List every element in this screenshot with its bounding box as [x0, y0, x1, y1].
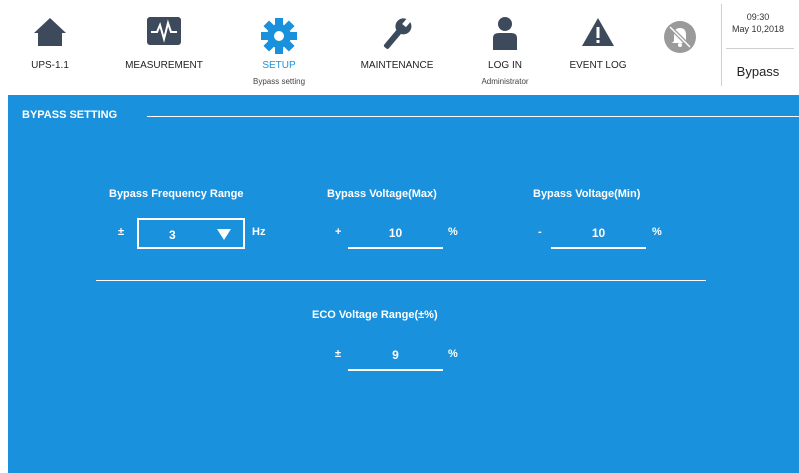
nav-ups-label: UPS-1.1 — [31, 60, 69, 71]
nav-eventlog[interactable]: EVENT LOG — [562, 0, 634, 92]
waveform-icon — [146, 16, 182, 51]
dropdown-arrow-icon — [217, 229, 231, 240]
eco-value: 9 — [392, 348, 399, 362]
warning-icon — [581, 16, 615, 53]
muted-alarm-icon — [663, 20, 697, 59]
section-title: BYPASS SETTING — [22, 109, 118, 121]
freq-range-label: Bypass Frequency Range — [109, 188, 244, 200]
clock-time: 09:30 — [746, 12, 770, 22]
bypass-vmin-label: Bypass Voltage(Min) — [533, 188, 641, 200]
nav-setup-sub: Bypass setting — [252, 77, 306, 86]
vmax-value: 10 — [388, 226, 403, 240]
vmax-sign: + — [335, 226, 342, 238]
vmax-underline — [348, 247, 443, 249]
clock-date: May 10,2018 — [731, 24, 785, 34]
gear-icon — [259, 16, 299, 61]
nav-login-label: LOG IN — [488, 60, 522, 71]
nav-setup[interactable]: SETUP Bypass setting — [236, 0, 322, 92]
nav-maintenance-label: MAINTENANCE — [360, 60, 434, 71]
wrench-icon — [377, 16, 417, 57]
eco-voltage-label: ECO Voltage Range(±%) — [312, 309, 438, 321]
bypass-vmax-label: Bypass Voltage(Max) — [327, 188, 437, 200]
vmin-unit: % — [652, 226, 662, 238]
bypass-setting-panel: BYPASS SETTING Bypass Frequency Range ± … — [8, 95, 799, 473]
section-divider — [96, 280, 706, 281]
vmin-sign: - — [538, 226, 542, 238]
vmin-underline — [551, 247, 646, 249]
mute-button[interactable] — [658, 0, 702, 92]
nav-measurement-label: MEASUREMENT — [125, 60, 203, 71]
top-navigation-bar: UPS-1.1 MEASUREMENT SETUP Bypass setting… — [0, 0, 799, 92]
nav-login[interactable]: LOG IN Administrator — [465, 0, 545, 92]
section-title-line — [147, 116, 799, 117]
nav-eventlog-label: EVENT LOG — [569, 60, 627, 71]
nav-login-sub: Administrator — [481, 77, 529, 86]
nav-ups[interactable]: UPS-1.1 — [22, 0, 78, 92]
freq-range-value: 3 — [169, 228, 176, 242]
eco-underline — [348, 369, 443, 371]
status-box: 09:30 May 10,2018 Bypass — [721, 4, 794, 86]
nav-setup-label: SETUP — [262, 60, 296, 71]
status-divider — [726, 48, 794, 49]
nav-maintenance[interactable]: MAINTENANCE — [345, 0, 449, 92]
freq-unit: Hz — [252, 226, 266, 238]
vmax-unit: % — [448, 226, 458, 238]
freq-range-select[interactable]: 3 — [137, 218, 245, 249]
home-icon — [32, 16, 68, 53]
eco-unit: % — [448, 348, 458, 360]
eco-sign: ± — [335, 348, 342, 360]
nav-measurement[interactable]: MEASUREMENT — [110, 0, 218, 92]
vmin-value: 10 — [591, 226, 606, 240]
freq-sign: ± — [118, 226, 125, 238]
operating-mode: Bypass — [736, 64, 780, 79]
user-icon — [490, 16, 520, 57]
